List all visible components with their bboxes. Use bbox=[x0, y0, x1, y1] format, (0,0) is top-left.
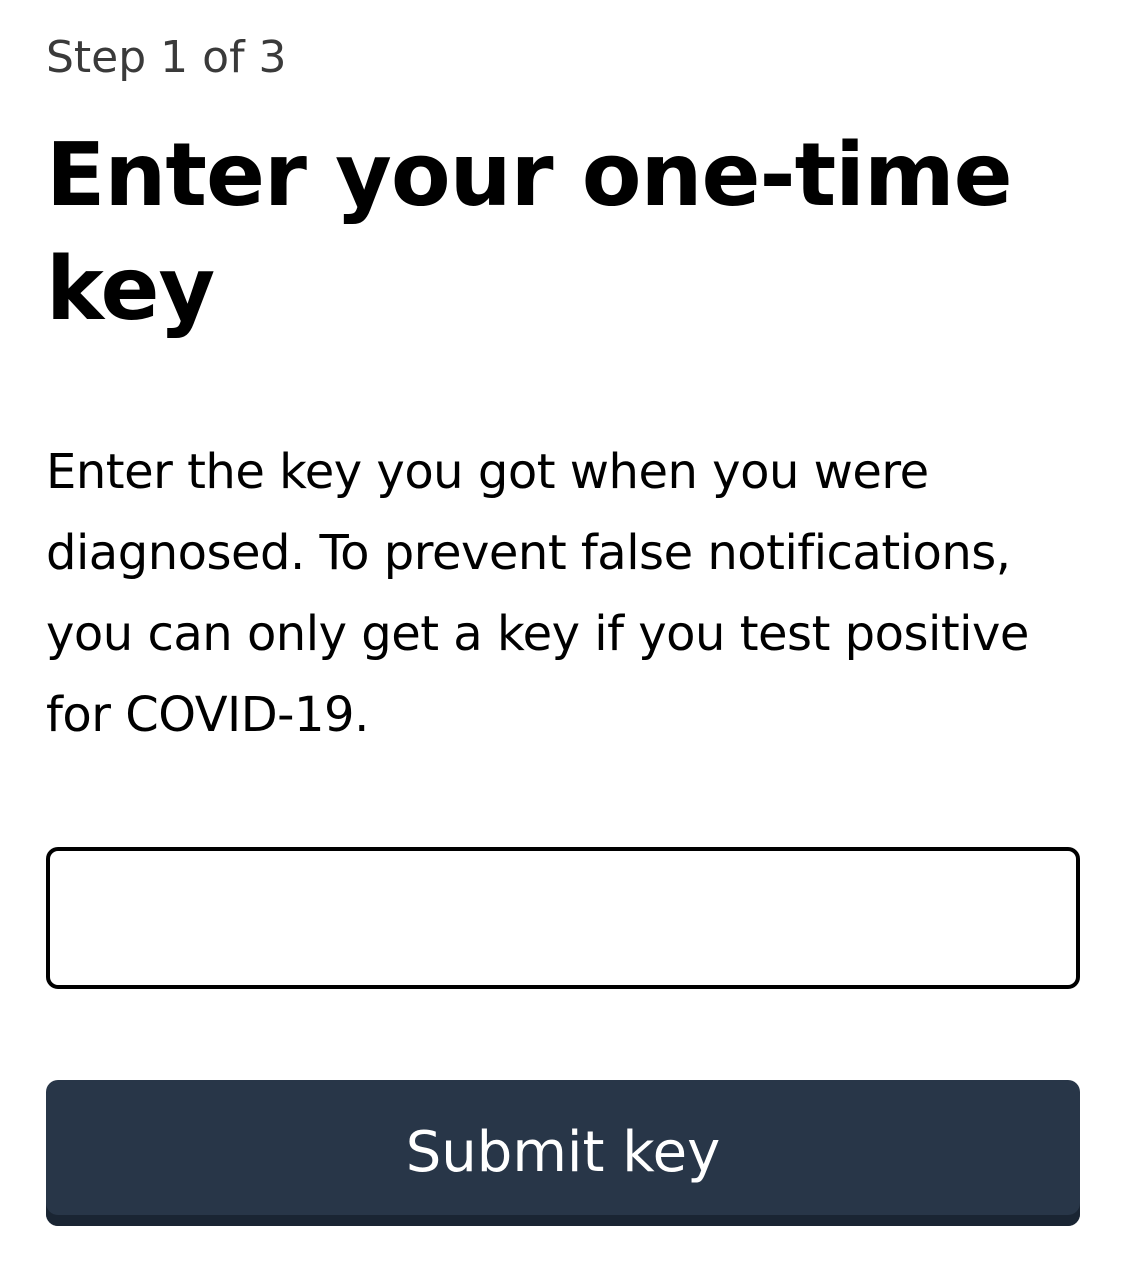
instructions-text: Enter the key you got when you were diag… bbox=[46, 444, 1029, 743]
submit-key-button[interactable]: Submit key bbox=[46, 1080, 1080, 1226]
page-title: Enter your one-time key bbox=[46, 124, 1013, 340]
step-indicator: Step 1 of 3 bbox=[46, 32, 287, 83]
one-time-key-input[interactable] bbox=[46, 847, 1080, 989]
